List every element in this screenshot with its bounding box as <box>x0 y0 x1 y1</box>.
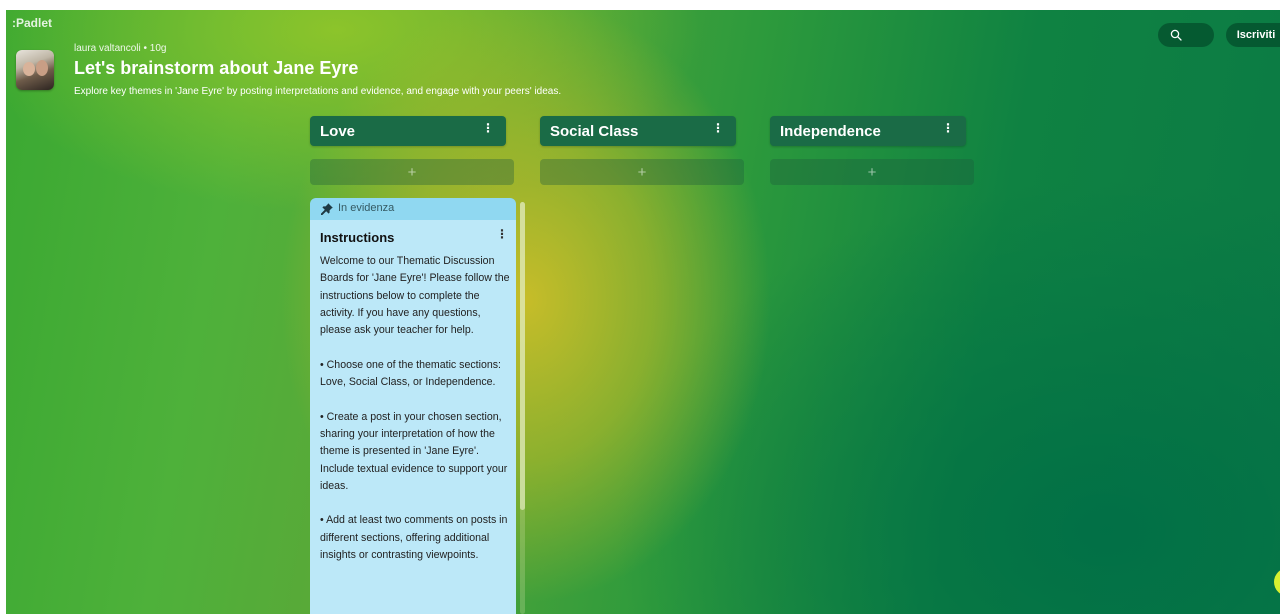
post-paragraph: • Create a post in your chosen section, … <box>320 410 508 492</box>
add-post-button-love[interactable]: + <box>310 159 514 185</box>
post-paragraph: • Add at least two comments on posts in … <box>320 514 508 562</box>
add-post-button-social-class[interactable]: + <box>540 159 744 185</box>
column-menu-icon[interactable]: ⋮ <box>712 122 724 134</box>
column-title: Social Class <box>550 123 639 140</box>
board-description: Explore key themes in 'Jane Eyre' by pos… <box>74 86 562 97</box>
add-post-button-independence[interactable]: + <box>770 159 974 185</box>
column-menu-icon[interactable]: ⋮ <box>942 122 954 134</box>
search-button[interactable] <box>1158 23 1214 47</box>
column-title: Love <box>320 123 356 140</box>
board-title: Let's brainstorm about Jane Eyre <box>74 58 359 78</box>
post-paragraph: Welcome to our Thematic Discussion Board… <box>320 255 510 337</box>
column-title: Independence <box>780 123 881 140</box>
pinned-indicator: In evidenza <box>310 198 516 220</box>
help-bubble[interactable] <box>1274 568 1280 596</box>
column-header-social-class[interactable]: Social Class ⋮ <box>540 116 736 146</box>
meta-separator: • <box>143 43 148 54</box>
post-menu-icon[interactable]: ⋮ <box>496 228 508 240</box>
post-card-instructions[interactable]: Instructions ⋮ Welcome to our Thematic D… <box>310 220 516 614</box>
column-scrollbar-thumb[interactable] <box>520 202 525 510</box>
padlet-logo[interactable]: :Padlet <box>12 16 52 30</box>
post-body: Welcome to our Thematic Discussion Board… <box>320 253 510 582</box>
pinned-label: In evidenza <box>338 202 395 214</box>
search-icon <box>1170 29 1182 41</box>
author-name[interactable]: laura valtancoli <box>74 43 141 54</box>
subscribe-button[interactable]: Iscriviti <box>1226 23 1280 47</box>
board-meta: laura valtancoli • 10g <box>74 43 166 54</box>
column-menu-icon[interactable]: ⋮ <box>482 122 494 134</box>
column-header-love[interactable]: Love ⋮ <box>310 116 506 146</box>
post-paragraph: • Choose one of the thematic sections: L… <box>320 358 501 389</box>
pin-icon <box>321 203 333 215</box>
padlet-board: :Padlet laura valtancoli • 10g Let's bra… <box>6 10 1280 614</box>
post-title: Instructions <box>320 230 395 245</box>
column-header-independence[interactable]: Independence ⋮ <box>770 116 966 146</box>
board-avatar <box>16 50 54 90</box>
post-age: 10g <box>149 43 167 54</box>
